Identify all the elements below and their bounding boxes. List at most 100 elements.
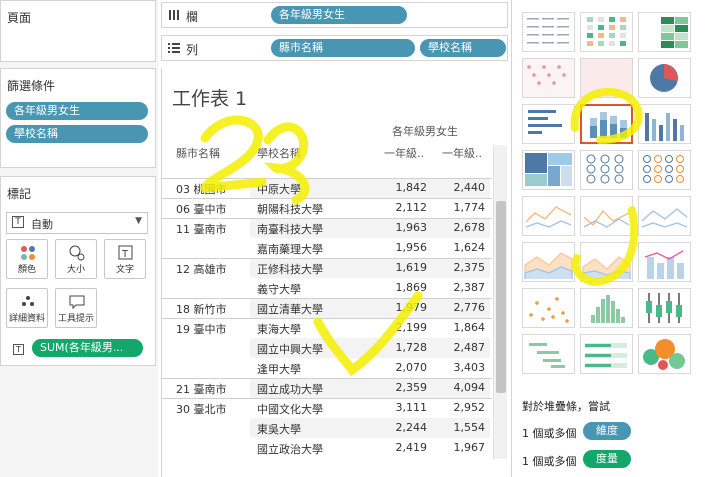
- cell-school[interactable]: 南臺科技大學: [257, 221, 323, 237]
- cell-grade1b[interactable]: 1,624: [435, 241, 486, 254]
- cell-school[interactable]: 國立中興大學: [257, 341, 323, 357]
- cell-grade1a[interactable]: 1,956: [377, 241, 428, 254]
- rows-pill-school[interactable]: 學校名稱: [420, 39, 506, 57]
- cell-grade1a[interactable]: 3,111: [377, 401, 428, 414]
- rows-pill-city[interactable]: 縣市名稱: [271, 39, 415, 57]
- tooltip-button[interactable]: 工具提示: [55, 288, 97, 328]
- detail-button[interactable]: 詳細資料: [6, 288, 48, 328]
- scroll-thumb[interactable]: [496, 201, 506, 393]
- col-header-grade1a[interactable]: 一年級..: [384, 145, 430, 161]
- chart-type-packed-bubbles[interactable]: [638, 334, 691, 374]
- chart-type-box-whisker[interactable]: [638, 288, 691, 328]
- cell-grade1b[interactable]: 2,440: [435, 181, 486, 194]
- size-button[interactable]: 大小: [55, 239, 97, 279]
- cell-grade1a[interactable]: 1,869: [377, 281, 428, 294]
- group-separator: [162, 318, 492, 319]
- cell-grade1b[interactable]: 1,864: [435, 321, 486, 334]
- cell-grade1b[interactable]: 1,967: [435, 441, 486, 454]
- cell-city[interactable]: 11 臺南市: [176, 221, 227, 237]
- chart-type-treemap[interactable]: [522, 150, 575, 190]
- cell-grade1a[interactable]: 2,244: [377, 421, 428, 434]
- cell-city[interactable]: 12 高雄市: [176, 261, 227, 277]
- cell-school[interactable]: 正修科技大學: [257, 261, 323, 277]
- cell-grade1a[interactable]: 1,842: [377, 181, 428, 194]
- chart-type-filled-map[interactable]: [580, 58, 633, 98]
- cell-city[interactable]: 03 桃園市: [176, 181, 227, 197]
- cell-grade1b[interactable]: 2,678: [435, 221, 486, 234]
- col-header-city[interactable]: 縣市名稱: [176, 145, 220, 161]
- cell-city[interactable]: 30 臺北市: [176, 401, 227, 417]
- cell-city[interactable]: 21 臺南市: [176, 381, 227, 397]
- chart-type-line-discrete[interactable]: [580, 196, 633, 236]
- chart-type-dual-line[interactable]: [638, 196, 691, 236]
- chart-type-area-continuous[interactable]: [522, 242, 575, 282]
- cell-grade1b[interactable]: 2,776: [435, 301, 486, 314]
- chart-type-highlight-table[interactable]: [638, 12, 691, 52]
- cell-grade1a[interactable]: 2,112: [377, 201, 428, 214]
- cell-grade1b[interactable]: 1,554: [435, 421, 486, 434]
- cell-grade1a[interactable]: 1,979: [377, 301, 428, 314]
- cell-grade1b[interactable]: 2,487: [435, 341, 486, 354]
- chart-type-side-by-side-bar[interactable]: [638, 104, 691, 144]
- cell-school[interactable]: 嘉南藥理大學: [257, 241, 323, 257]
- chart-type-area-discrete[interactable]: [580, 242, 633, 282]
- cell-school[interactable]: 國立政治大學: [257, 441, 323, 457]
- cell-school[interactable]: 中國文化大學: [257, 401, 323, 417]
- col-header-grade1b[interactable]: 一年級..: [442, 145, 488, 161]
- cell-grade1a[interactable]: 2,359: [377, 381, 428, 394]
- cell-school[interactable]: 國立清華大學: [257, 301, 323, 317]
- cell-city[interactable]: 06 臺中市: [176, 201, 227, 217]
- cell-city[interactable]: 19 臺中市: [176, 321, 227, 337]
- cell-grade1b[interactable]: 3,403: [435, 361, 486, 374]
- worksheet-view[interactable]: 工作表 1 各年級男女生 縣市名稱 學校名稱 一年級.. 一年級.. 03 桃園…: [161, 68, 508, 477]
- chart-type-circle-view[interactable]: [580, 150, 633, 190]
- cell-grade1b[interactable]: 1,774: [435, 201, 486, 214]
- cell-grade1a[interactable]: 2,419: [377, 441, 428, 454]
- chart-type-gantt-chart[interactable]: [522, 334, 575, 374]
- text-field-icon: T: [13, 344, 24, 355]
- columns-pill-grade[interactable]: 各年級男女生: [271, 6, 407, 24]
- chart-type-histogram[interactable]: [580, 288, 633, 328]
- tooltip-label: 工具提示: [57, 314, 94, 324]
- cell-grade1a[interactable]: 1,963: [377, 221, 428, 234]
- cell-school[interactable]: 朝陽科技大學: [257, 201, 323, 217]
- cell-school[interactable]: 東吳大學: [257, 421, 301, 437]
- cell-grade1b[interactable]: 2,375: [435, 261, 486, 274]
- chart-type-heat-map[interactable]: [580, 12, 633, 52]
- mark-type-select[interactable]: T 自動 ▼: [6, 212, 148, 234]
- text-button[interactable]: T 文字: [104, 239, 146, 279]
- chart-type-side-by-side-circle[interactable]: [638, 150, 691, 190]
- col-header-school[interactable]: 學校名稱: [257, 145, 301, 161]
- cell-city[interactable]: 18 新竹市: [176, 301, 227, 317]
- cell-grade1a[interactable]: 2,199: [377, 321, 428, 334]
- cell-grade1a[interactable]: 1,619: [377, 261, 428, 274]
- chart-type-line-continuous[interactable]: [522, 196, 575, 236]
- chart-type-bullet-graph[interactable]: [580, 334, 633, 374]
- cell-grade1b[interactable]: 2,387: [435, 281, 486, 294]
- cell-grade1a[interactable]: 2,070: [377, 361, 428, 374]
- group-separator: [162, 398, 492, 399]
- chart-type-text-table[interactable]: [522, 12, 575, 52]
- chart-type-dual-combination[interactable]: [638, 242, 691, 282]
- cell-grade1b[interactable]: 4,094: [435, 381, 486, 394]
- chart-type-scatter-plot[interactable]: [522, 288, 575, 328]
- area-continuous-icon: [524, 252, 573, 279]
- sum-measure-pill[interactable]: SUM(各年級男...: [32, 339, 143, 357]
- columns-shelf[interactable]: 欄 各年級男女生: [161, 2, 508, 28]
- chart-type-stacked-bar[interactable]: [580, 104, 633, 144]
- vertical-scrollbar[interactable]: [493, 145, 507, 459]
- rows-shelf[interactable]: 列 縣市名稱 學校名稱: [161, 35, 508, 61]
- cell-school[interactable]: 義守大學: [257, 281, 301, 297]
- chart-type-horizontal-bar[interactable]: [522, 104, 575, 144]
- cell-school[interactable]: 國立成功大學: [257, 381, 323, 397]
- filter-pill-grade[interactable]: 各年級男女生: [6, 102, 148, 120]
- filter-pill-school[interactable]: 學校名稱: [6, 125, 148, 143]
- cell-grade1a[interactable]: 1,728: [377, 341, 428, 354]
- chart-type-pie-chart[interactable]: [638, 58, 691, 98]
- color-button[interactable]: 顏色: [6, 239, 48, 279]
- cell-school[interactable]: 東海大學: [257, 321, 301, 337]
- chart-type-symbol-map[interactable]: [522, 58, 575, 98]
- cell-school[interactable]: 中原大學: [257, 181, 301, 197]
- cell-school[interactable]: 逢甲大學: [257, 361, 301, 377]
- cell-grade1b[interactable]: 2,952: [435, 401, 486, 414]
